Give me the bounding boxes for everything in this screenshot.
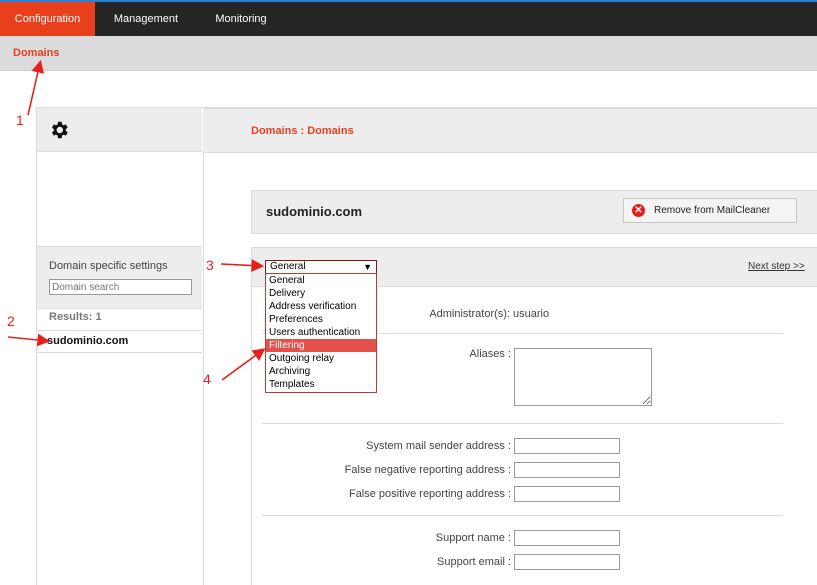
next-step-link[interactable]: Next step >>: [748, 261, 805, 272]
chevron-down-icon: ▼: [363, 262, 372, 272]
support-email-label: Support email :: [437, 556, 511, 568]
support-name-input[interactable]: [514, 530, 620, 546]
option-preferences[interactable]: Preferences: [266, 313, 376, 326]
remove-button-label: Remove from MailCleaner: [654, 205, 771, 216]
domain-list-label: sudominio.com: [47, 335, 129, 347]
domain-settings-title: Domain specific settings: [49, 260, 168, 272]
option-outgoing-relay[interactable]: Outgoing relay: [266, 352, 376, 365]
false-negative-input[interactable]: [514, 462, 620, 478]
gear-icon[interactable]: [48, 119, 70, 141]
domain-name: sudominio.com: [266, 204, 363, 219]
option-address-verification[interactable]: Address verification: [266, 300, 376, 313]
option-templates[interactable]: Templates: [266, 378, 376, 391]
admin-label: Administrator(s):: [429, 308, 510, 320]
step-select-value: General: [270, 261, 306, 272]
support-name-label: Support name :: [435, 532, 511, 544]
option-users-authentication[interactable]: Users authentication: [266, 326, 376, 339]
divider: [262, 515, 783, 516]
step-dropdown-list: General Delivery Address verification Pr…: [265, 273, 377, 393]
aliases-textarea[interactable]: [514, 348, 652, 406]
admin-value: usuario: [513, 308, 550, 320]
annotation-1: 1: [16, 112, 24, 128]
sub-nav: Domains: [0, 36, 817, 71]
false-positive-label: False positive reporting address :: [348, 488, 511, 500]
page-title: Domains : Domains: [251, 125, 354, 137]
option-delivery[interactable]: Delivery: [266, 287, 376, 300]
remove-domain-button[interactable]: ✕ Remove from MailCleaner: [623, 198, 797, 223]
nav-monitoring[interactable]: Monitoring: [197, 2, 285, 36]
domain-search-input[interactable]: [49, 279, 192, 295]
divider: [262, 423, 783, 424]
option-filtering[interactable]: Filtering: [266, 339, 376, 352]
annotation-2: 2: [7, 313, 15, 329]
false-positive-input[interactable]: [514, 486, 620, 502]
domain-list-item[interactable]: sudominio.com: [37, 330, 202, 353]
nav-management[interactable]: Management: [97, 2, 195, 36]
option-archiving[interactable]: Archiving: [266, 365, 376, 378]
option-general[interactable]: General: [266, 274, 376, 287]
subnav-domains-link[interactable]: Domains: [13, 47, 59, 59]
step-select[interactable]: General ▼: [265, 260, 377, 274]
annotation-3: 3: [206, 257, 214, 273]
aliases-label: Aliases :: [469, 348, 511, 360]
results-count: Results: 1: [49, 311, 102, 323]
support-email-input[interactable]: [514, 554, 620, 570]
nav-configuration[interactable]: Configuration: [0, 2, 95, 36]
remove-icon: ✕: [632, 204, 645, 217]
domain-settings-box: [37, 246, 202, 309]
system-sender-input[interactable]: [514, 438, 620, 454]
annotation-4: 4: [203, 371, 211, 387]
false-negative-label: False negative reporting address :: [344, 464, 511, 476]
system-sender-label: System mail sender address :: [366, 440, 511, 452]
